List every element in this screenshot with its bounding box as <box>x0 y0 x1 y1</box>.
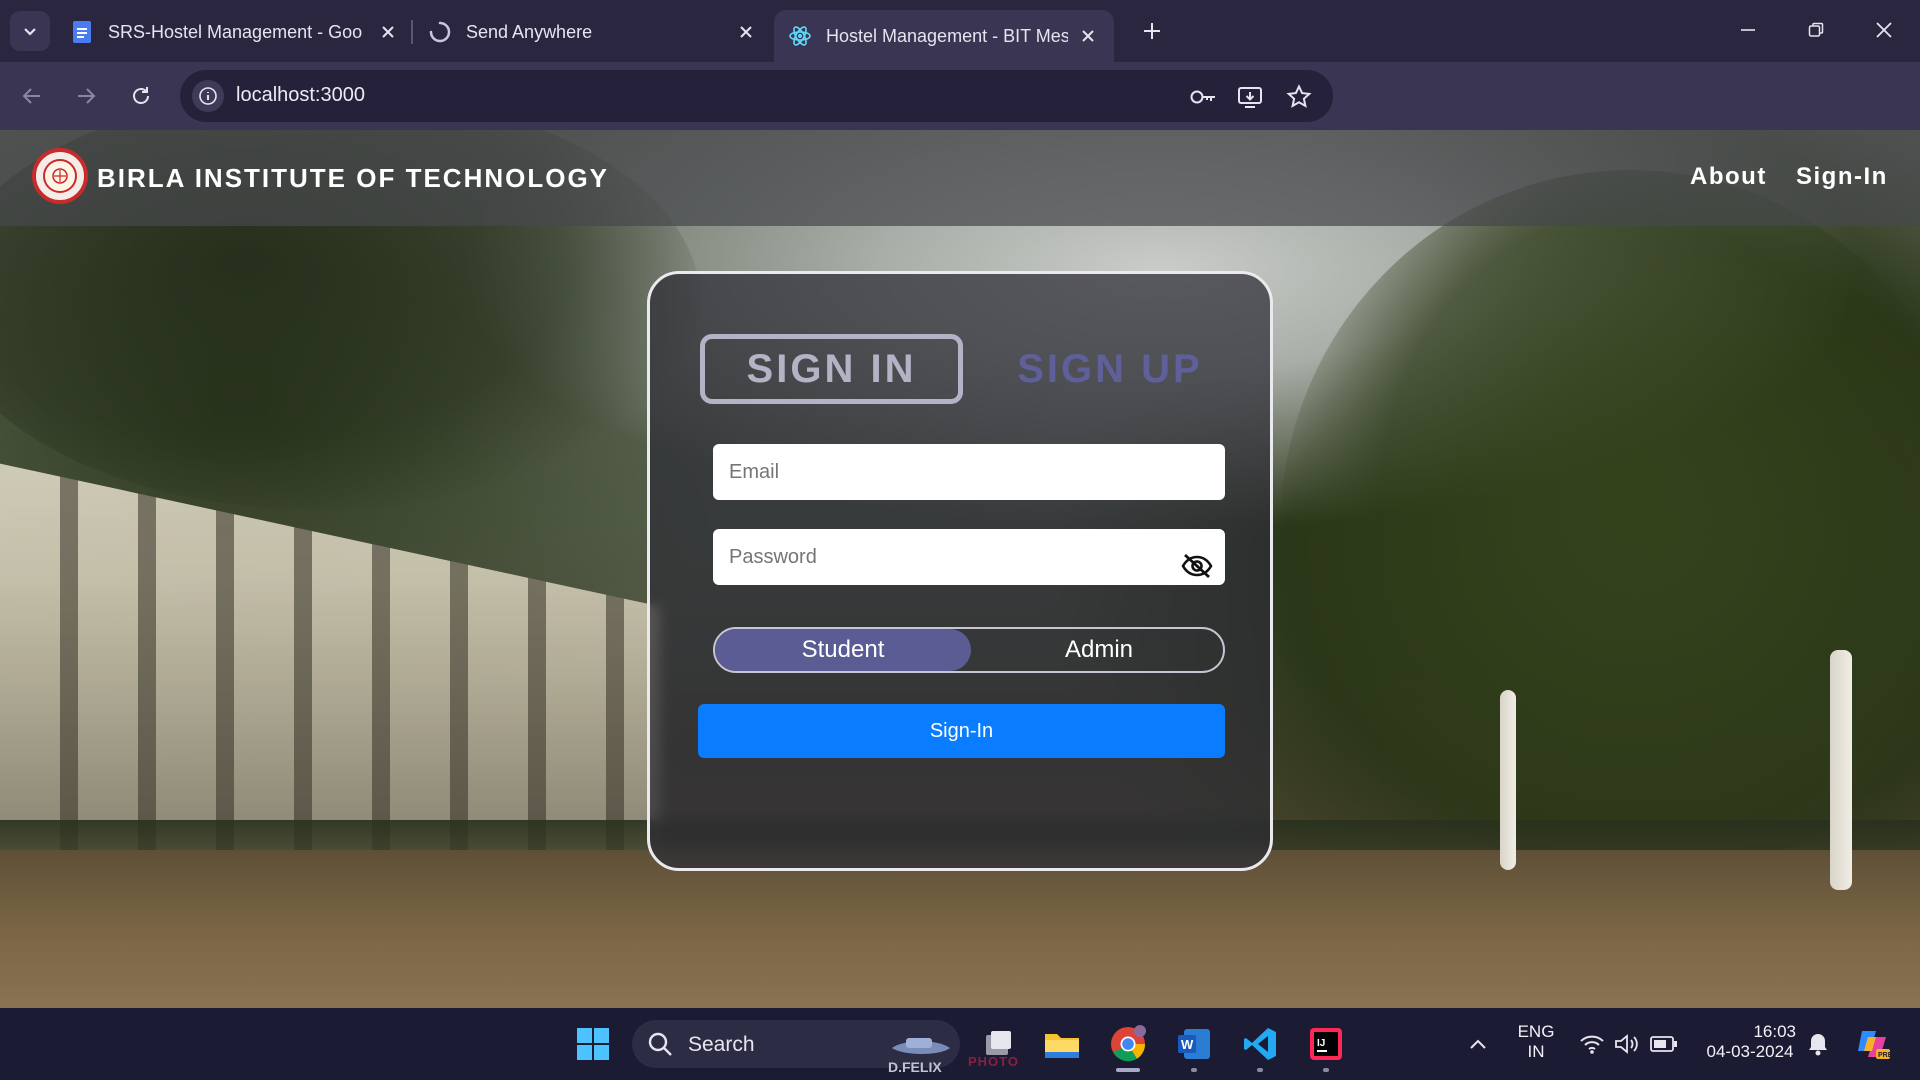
close-window-button[interactable] <box>1864 10 1904 50</box>
email-input[interactable] <box>713 444 1225 500</box>
microsoft-word-icon[interactable]: W <box>1172 1022 1216 1066</box>
back-button[interactable] <box>12 76 52 116</box>
sign-in-submit-button[interactable]: Sign-In <box>698 704 1225 758</box>
minimize-button[interactable] <box>1728 10 1768 50</box>
close-tab-icon[interactable] <box>734 20 758 44</box>
minimize-icon <box>1741 29 1755 31</box>
search-overlay-text: D.FELIX <box>888 1059 942 1075</box>
toggle-password-visibility-icon[interactable] <box>1180 549 1214 583</box>
browser-tab-hostel-management[interactable]: Hostel Management - BIT Mesr <box>774 10 1114 62</box>
address-url: localhost:3000 <box>236 84 365 106</box>
taskbar-search-label: Search <box>688 1033 755 1056</box>
notification-bell-icon[interactable] <box>1796 1022 1840 1066</box>
show-hidden-icons-chevron-up-icon[interactable] <box>1456 1022 1500 1066</box>
background-tree-trunk <box>1500 690 1516 870</box>
windows-start-icon[interactable] <box>571 1022 615 1066</box>
vscode-icon[interactable] <box>1238 1022 1282 1066</box>
tab-sign-up[interactable]: SIGN UP <box>970 334 1250 404</box>
clock-time: 16:03 <box>1753 1022 1796 1041</box>
tab-title: SRS-Hostel Management - Goo <box>108 21 363 42</box>
google-docs-icon <box>70 20 94 44</box>
plus-icon <box>1144 23 1160 39</box>
auth-card: SIGN IN SIGN UP Student Admin Sign-In <box>647 271 1273 871</box>
page-viewport: BIRLA INSTITUTE OF TECHNOLOGY About Sign… <box>0 130 1920 1008</box>
windows-taskbar: Search D.FELIX PHOTO W IJ ENG IN 16:03 0… <box>0 1008 1920 1080</box>
svg-text:PRE: PRE <box>1878 1052 1890 1059</box>
react-icon <box>788 24 812 48</box>
tab-search-button[interactable] <box>10 11 50 51</box>
file-explorer-icon[interactable] <box>1040 1022 1084 1066</box>
close-tab-icon[interactable] <box>1076 24 1100 48</box>
tab-title: Hostel Management - BIT Mesr <box>826 25 1068 46</box>
close-icon <box>1876 22 1892 38</box>
battery-icon[interactable] <box>1642 1022 1686 1066</box>
forward-button[interactable] <box>66 76 106 116</box>
new-tab-button[interactable] <box>1138 14 1166 48</box>
search-icon <box>648 1032 672 1056</box>
language-code: ENG <box>1517 1022 1555 1041</box>
input-language-indicator[interactable]: ENG IN <box>1508 1022 1564 1062</box>
loading-spinner-icon <box>428 20 452 44</box>
copilot-icon[interactable]: PRE <box>1850 1022 1894 1066</box>
open-app-indicator <box>1191 1068 1197 1072</box>
site-info-icon[interactable] <box>192 80 224 112</box>
address-bar[interactable]: localhost:3000 <box>180 70 1333 122</box>
restore-button[interactable] <box>1796 10 1836 50</box>
background-ground <box>0 850 1920 1008</box>
clock-date: 04-03-2024 <box>1706 1042 1794 1061</box>
nav-link-signin[interactable]: Sign-In <box>1796 163 1888 191</box>
site-navbar: BIRLA INSTITUTE OF TECHNOLOGY About Sign… <box>0 130 1920 226</box>
clock[interactable]: 16:03 04-03-2024 <box>1690 1022 1810 1062</box>
browser-tab-srs[interactable]: SRS-Hostel Management - Goo <box>70 10 400 54</box>
background-trees-right <box>1280 170 1920 890</box>
active-app-indicator <box>1116 1068 1140 1072</box>
open-app-indicator <box>1257 1068 1263 1072</box>
language-region: IN <box>1527 1042 1545 1061</box>
taskbar-search-box[interactable]: Search D.FELIX PHOTO <box>632 1020 1018 1075</box>
svg-text:IJ: IJ <box>1317 1038 1325 1049</box>
role-admin-option[interactable]: Admin <box>971 629 1227 671</box>
chevron-down-icon <box>24 28 36 36</box>
reload-icon <box>133 87 149 104</box>
intellij-idea-icon[interactable]: IJ <box>1304 1022 1348 1066</box>
arrow-left-icon <box>22 88 40 104</box>
role-toggle: Student Admin <box>713 627 1225 673</box>
site-brand-title[interactable]: BIRLA INSTITUTE OF TECHNOLOGY <box>97 163 609 194</box>
browser-tab-strip: SRS-Hostel Management - Goo Send Anywher… <box>0 0 1920 62</box>
nav-link-about[interactable]: About <box>1690 163 1767 191</box>
close-tab-icon[interactable] <box>376 20 400 44</box>
tab-sign-in[interactable]: SIGN IN <box>700 334 963 404</box>
install-app-icon[interactable] <box>1235 82 1265 112</box>
restore-icon <box>1808 22 1824 37</box>
background-tree-trunk <box>1830 650 1852 890</box>
task-view-icon[interactable] <box>976 1022 1020 1066</box>
browser-toolbar: localhost:3000 uO1 <box>0 62 1920 172</box>
svg-text:W: W <box>1181 1037 1194 1052</box>
tab-separator <box>411 20 413 44</box>
bookmark-star-icon[interactable] <box>1284 82 1314 112</box>
arrow-right-icon <box>78 88 96 104</box>
reload-button[interactable] <box>121 76 161 116</box>
role-student-option[interactable]: Student <box>715 629 971 671</box>
password-input[interactable] <box>713 529 1225 585</box>
open-app-indicator <box>1323 1068 1329 1072</box>
tab-title: Send Anywhere <box>466 21 593 42</box>
password-key-icon[interactable] <box>1188 82 1218 112</box>
chrome-icon[interactable] <box>1106 1022 1150 1066</box>
browser-tab-send-anywhere[interactable]: Send Anywhere <box>428 10 758 54</box>
bit-logo[interactable] <box>32 148 88 204</box>
search-highlight-image: D.FELIX <box>888 1038 950 1075</box>
